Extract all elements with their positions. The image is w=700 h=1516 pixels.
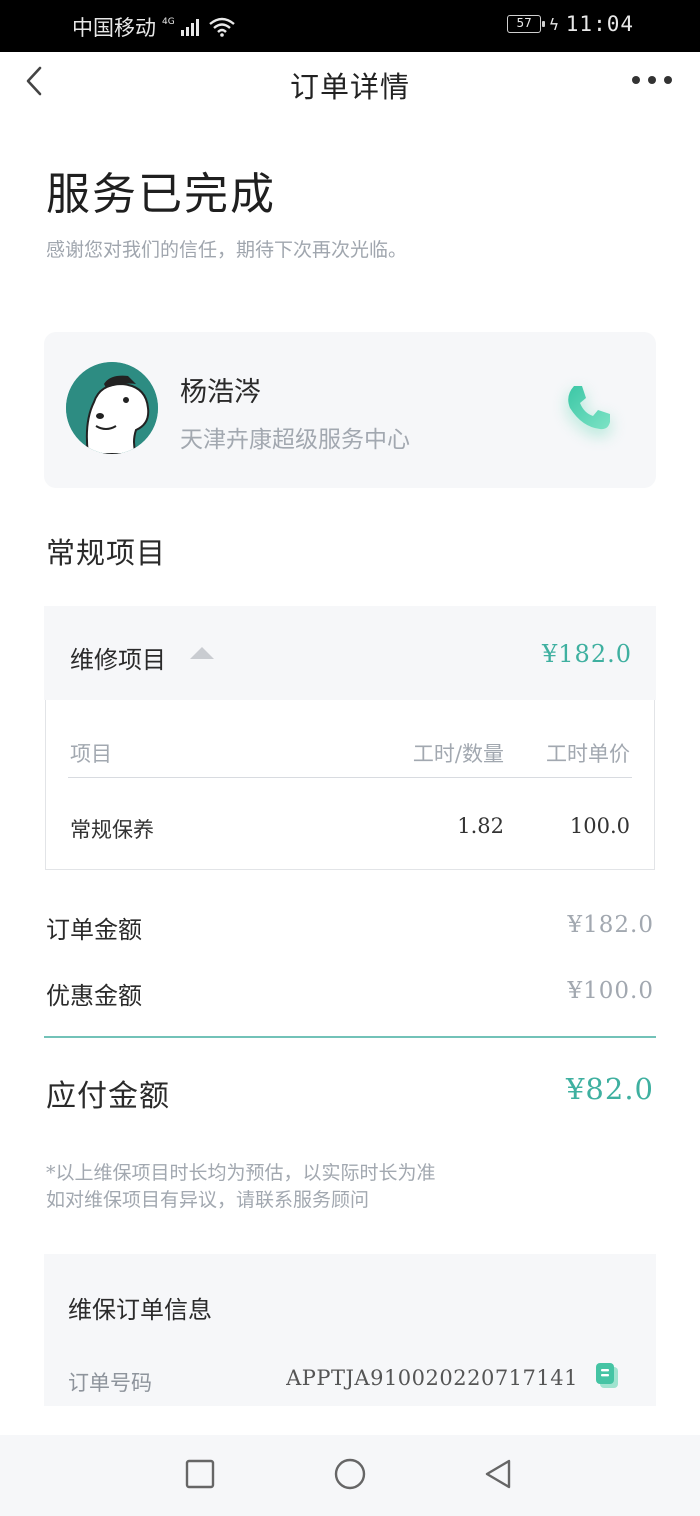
order-amount-label: 订单金额 xyxy=(46,916,142,944)
wifi-icon xyxy=(208,17,235,37)
status-bar: 中国移动 4G 57 ϟ 11:04 xyxy=(0,0,700,52)
caret-up-icon[interactable] xyxy=(190,647,214,659)
note-line: *以上维保项目时长均为预估，以实际时长为准 xyxy=(46,1162,436,1184)
more-icon[interactable] xyxy=(632,76,672,84)
order-amount-value: ¥182.0 xyxy=(567,912,654,938)
charging-icon: ϟ xyxy=(549,14,560,34)
advisor-name: 杨浩涔 xyxy=(180,377,261,408)
order-no-label: 订单号码 xyxy=(68,1371,152,1395)
system-nav-bar xyxy=(0,1435,700,1516)
advisor-card: 杨浩涔 天津卉康超级服务中心 xyxy=(44,332,656,488)
nav-bar: 订单详情 xyxy=(0,52,700,112)
advisor-org: 天津卉康超级服务中心 xyxy=(180,427,410,453)
order-status-title: 服务已完成 xyxy=(46,169,276,220)
avatar xyxy=(66,362,158,454)
repair-table: 项目 工时/数量 工时单价 常规保养 1.82 100.0 xyxy=(45,700,655,870)
battery-icon: 57 xyxy=(507,15,546,33)
cartoon-avatar-icon xyxy=(66,362,158,454)
column-header-item: 项目 xyxy=(70,742,112,766)
back-triangle-icon[interactable] xyxy=(481,1457,515,1491)
home-circle-icon[interactable] xyxy=(333,1457,367,1491)
order-info-card: 维保订单信息 订单号码 APPTJA910020220717141 xyxy=(44,1254,656,1406)
table-divider xyxy=(68,777,632,778)
note-line: 如对维保项目有异议，请联系服务顾问 xyxy=(46,1189,370,1211)
section-title-regular: 常规项目 xyxy=(46,536,167,570)
status-right: 57 ϟ 11:04 xyxy=(507,12,634,36)
call-button[interactable] xyxy=(556,376,620,440)
repair-group-header[interactable]: 维修项目 ¥182.0 xyxy=(44,606,656,700)
phone-icon xyxy=(568,386,610,430)
signal-icon xyxy=(180,18,199,36)
clock: 11:04 xyxy=(565,12,634,36)
repair-group-label: 维修项目 xyxy=(70,646,166,674)
status-left: 中国移动 4G xyxy=(72,12,235,42)
discount-value: ¥100.0 xyxy=(567,978,654,1004)
page-title: 订单详情 xyxy=(289,70,410,104)
copy-icon[interactable] xyxy=(594,1362,620,1390)
table-cell-qty: 1.82 xyxy=(457,814,504,838)
column-header-qty: 工时/数量 xyxy=(412,742,504,766)
order-no-value: APPTJA910020220717141 xyxy=(286,1366,578,1390)
summary-divider xyxy=(44,1036,656,1038)
order-status-subtitle: 感谢您对我们的信任，期待下次再次光临。 xyxy=(46,239,408,261)
payable-value: ¥82.0 xyxy=(565,1072,654,1106)
payable-label: 应付金额 xyxy=(46,1079,170,1114)
repair-group-total: ¥182.0 xyxy=(542,640,632,668)
discount-label: 优惠金额 xyxy=(46,982,142,1010)
table-cell-price: 100.0 xyxy=(569,814,630,838)
order-info-title: 维保订单信息 xyxy=(68,1296,212,1324)
square-nav-icon[interactable] xyxy=(183,1457,217,1491)
column-header-price: 工时单价 xyxy=(546,742,630,766)
network-type: 4G xyxy=(162,16,175,27)
table-cell-item: 常规保养 xyxy=(70,818,154,842)
carrier-name: 中国移动 xyxy=(72,16,156,40)
